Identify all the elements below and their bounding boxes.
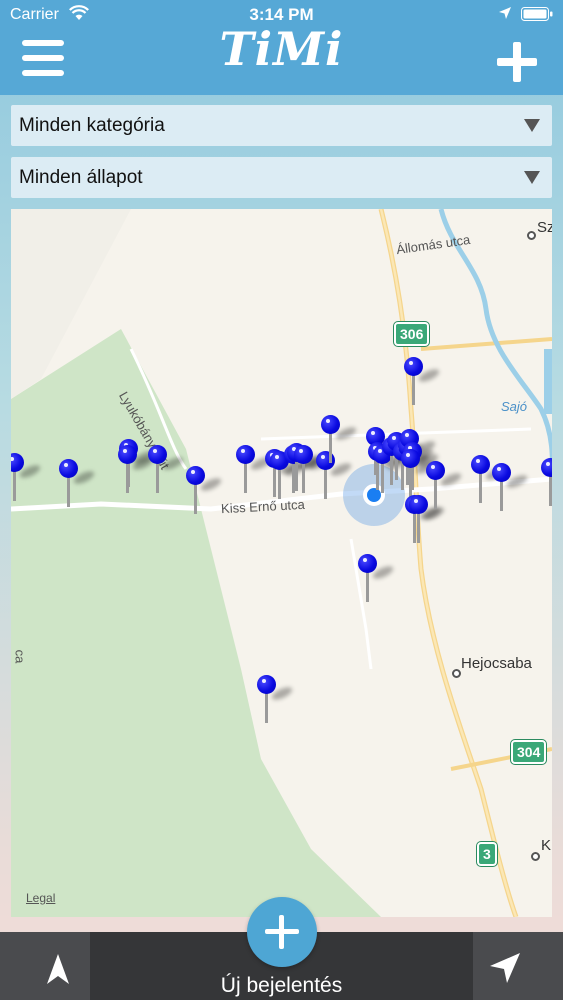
map-pin[interactable]	[358, 554, 395, 604]
road-shield-304: 304	[511, 740, 547, 764]
map-pin[interactable]	[59, 459, 96, 509]
place-label: Hejocsaba	[461, 655, 532, 672]
battery-icon	[521, 7, 553, 21]
place-label: K	[541, 837, 552, 854]
place-marker	[452, 669, 461, 678]
map-pin[interactable]	[471, 455, 508, 505]
map-pin[interactable]	[11, 453, 42, 503]
north-arrow-icon	[47, 954, 69, 984]
road-shield-3: 3	[477, 842, 497, 866]
location-arrow-icon	[490, 953, 520, 983]
map-view[interactable]: Állomás utca Lyukóbányai út Kiss Ernő ut…	[11, 209, 552, 917]
map-pin[interactable]	[426, 461, 463, 511]
app-logo: TiMi	[219, 22, 344, 76]
map-pin[interactable]	[492, 463, 529, 513]
app-header: Carrier 3:14 PM TiMi	[0, 0, 563, 95]
place-marker	[527, 231, 536, 240]
place-label: Sz	[537, 219, 552, 236]
map-pin[interactable]	[294, 445, 331, 495]
map-pin[interactable]	[541, 458, 552, 508]
map-base	[11, 209, 552, 917]
location-services-icon	[499, 7, 511, 19]
map-pin[interactable]	[148, 445, 185, 495]
new-report-fab[interactable]	[247, 897, 317, 967]
new-report-label[interactable]: Új bejelentés	[90, 974, 473, 998]
add-button[interactable]	[497, 42, 537, 82]
place-marker	[531, 852, 540, 861]
status-select-value: Minden állapot	[19, 167, 143, 188]
category-select[interactable]: Minden kategória	[11, 105, 552, 146]
status-select[interactable]: Minden állapot	[11, 157, 552, 198]
map-pin[interactable]	[404, 357, 441, 407]
map-pin[interactable]	[186, 466, 223, 516]
map-pin[interactable]	[118, 445, 155, 495]
map-pin[interactable]	[321, 415, 358, 465]
legal-link[interactable]: Legal	[26, 891, 55, 905]
dropdown-arrow-icon	[524, 119, 540, 132]
category-select-value: Minden kategória	[19, 115, 165, 136]
dropdown-arrow-icon	[524, 171, 540, 184]
map-pin[interactable]	[257, 675, 294, 725]
map-pin[interactable]	[401, 449, 438, 499]
street-label: ca	[12, 649, 28, 664]
map-pin[interactable]	[236, 445, 273, 495]
river-label: Sajó	[501, 399, 528, 414]
road-shield-306: 306	[394, 322, 430, 346]
